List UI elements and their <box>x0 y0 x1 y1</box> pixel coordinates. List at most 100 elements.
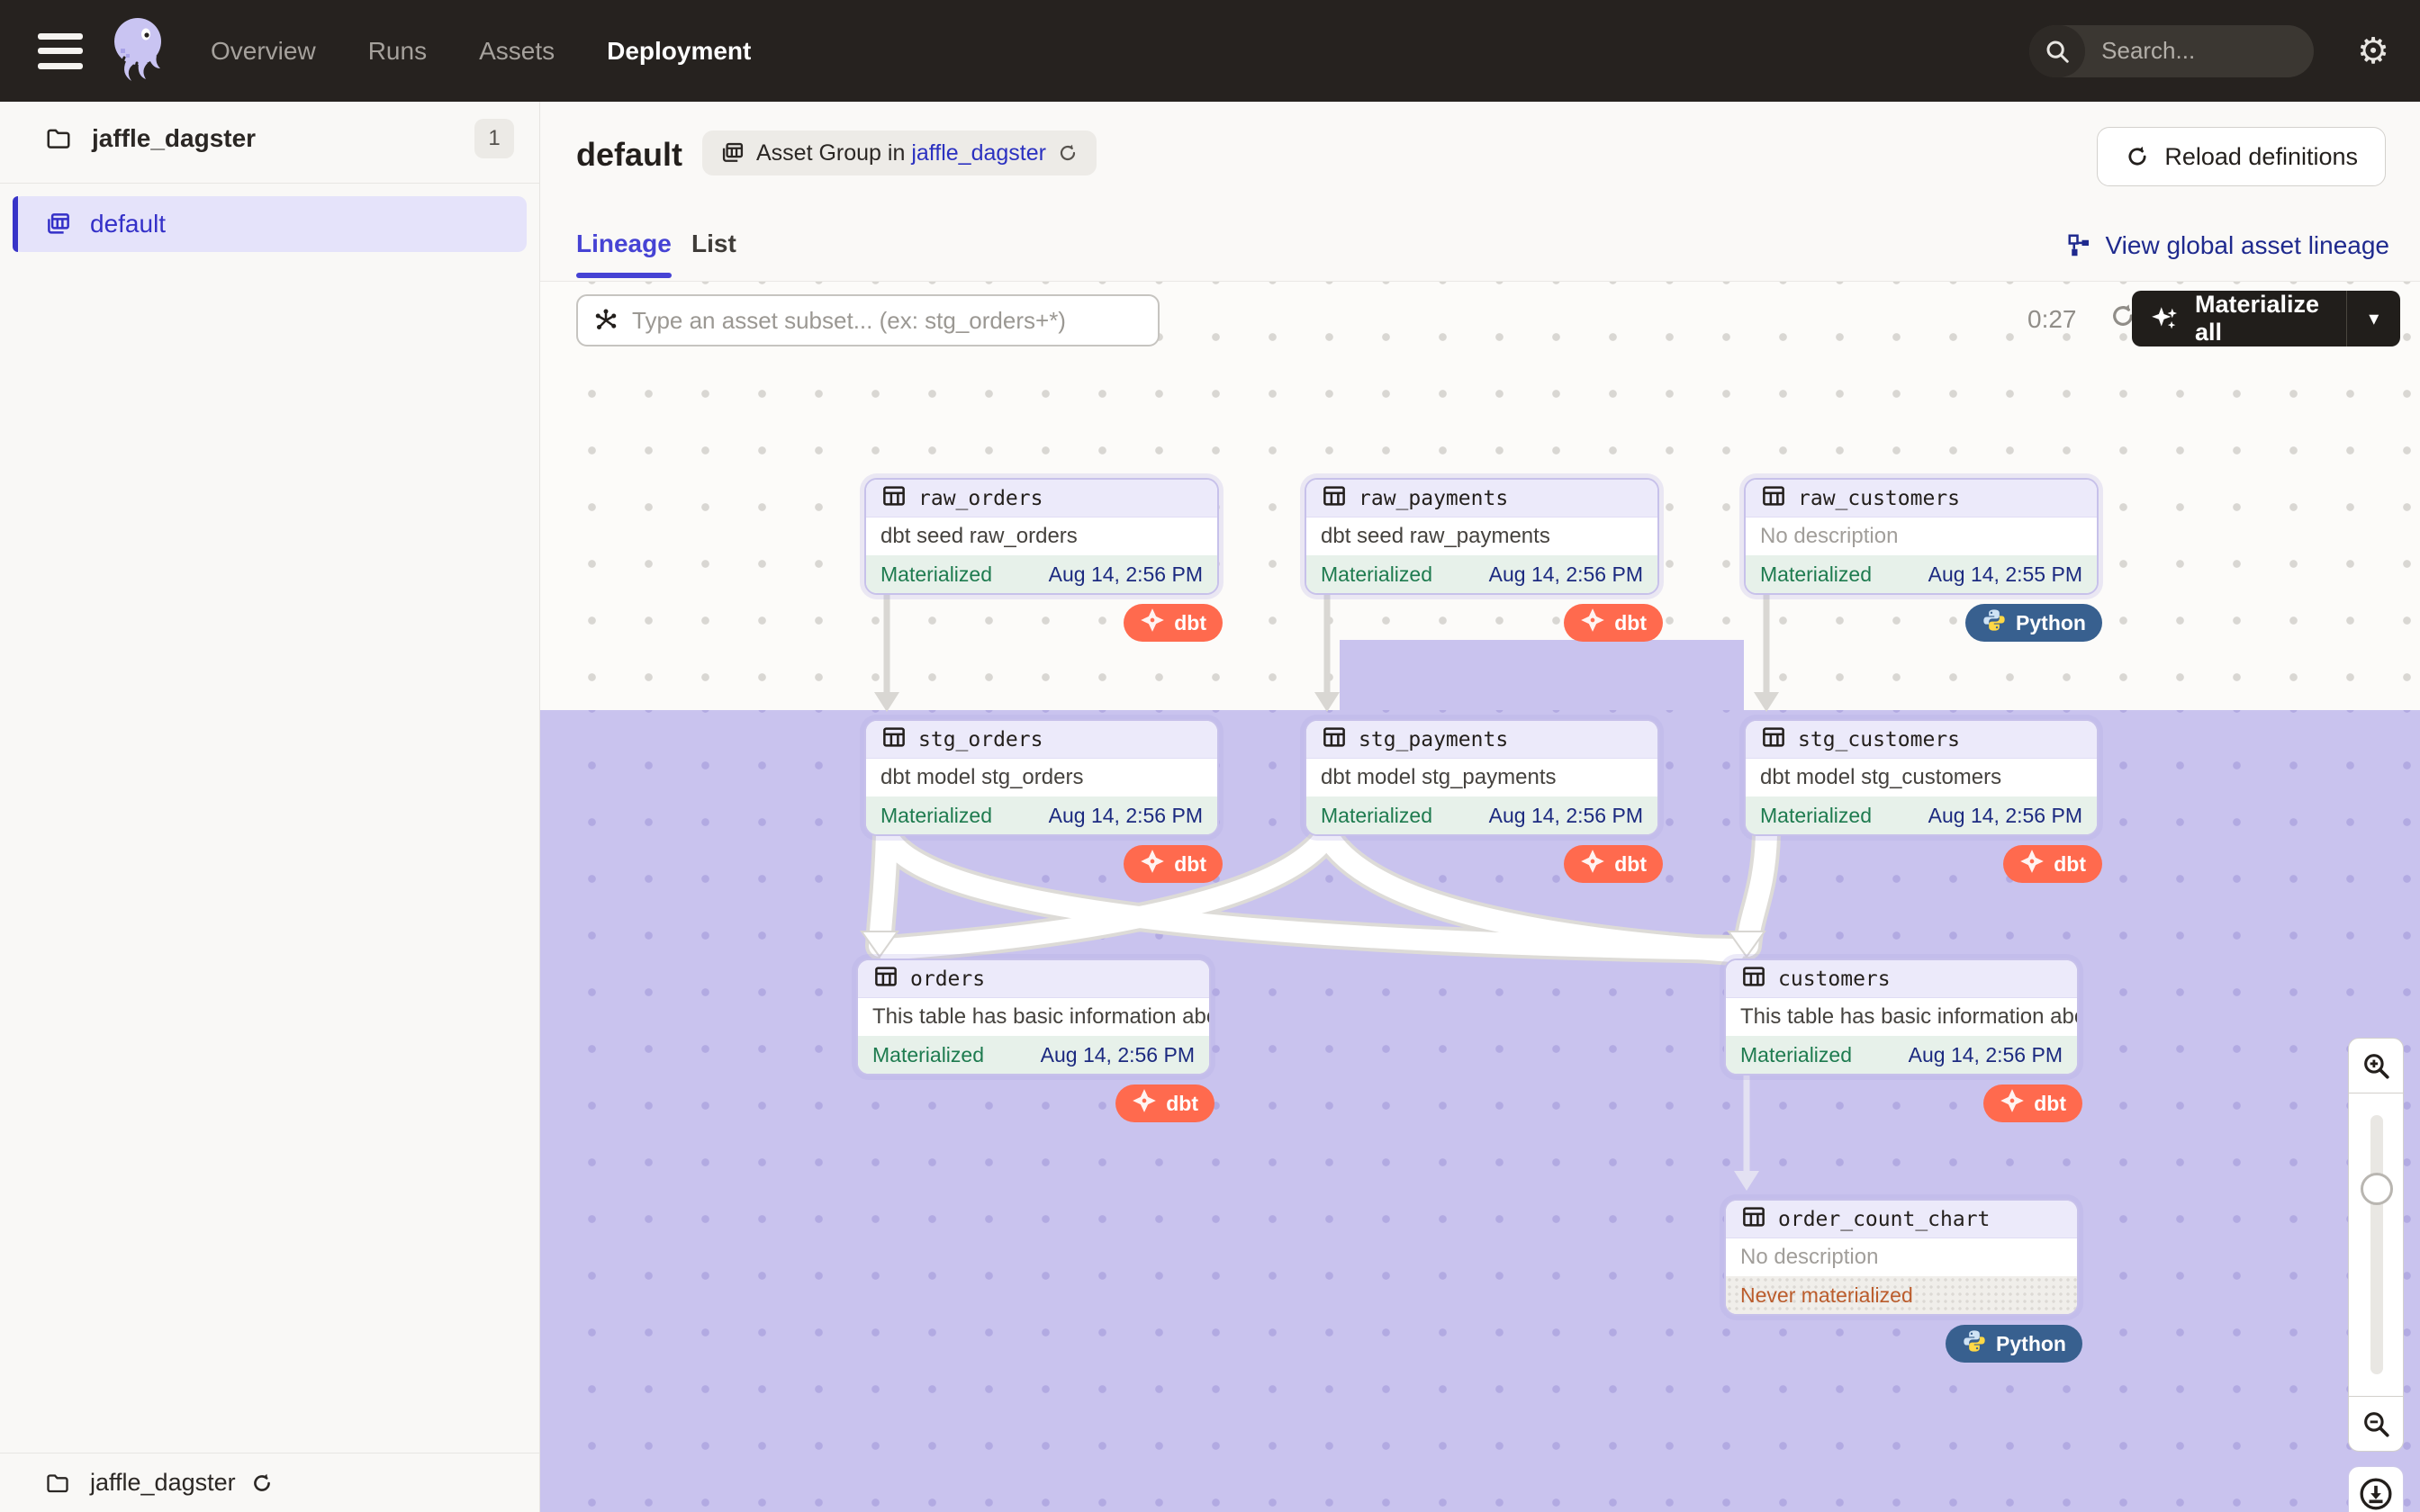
zoom-slider-knob[interactable] <box>2361 1173 2393 1205</box>
compute-kind-badge-python: Python <box>1965 604 2102 642</box>
search-input[interactable] <box>2085 37 2314 65</box>
asset-node-description: This table has basic information about .… <box>1726 998 2077 1036</box>
asset-group-icon <box>720 140 745 166</box>
refresh-group-icon[interactable] <box>1057 142 1079 164</box>
asset-subset-input[interactable] <box>632 307 1143 335</box>
asset-node-status-bar: Materialized Aug 14, 2:55 PM <box>1746 555 2097 593</box>
asset-node-description: No description <box>1726 1238 2077 1276</box>
compute-kind-icon <box>2000 1088 2025 1119</box>
asset-node-timestamp: Aug 14, 2:56 PM <box>1049 804 1203 828</box>
asset-node-status-bar: Materialized Aug 14, 2:56 PM <box>1726 1036 2077 1074</box>
download-image-button[interactable] <box>2348 1466 2404 1512</box>
sidebar-repo-jaffle-dagster[interactable]: jaffle_dagster 1 <box>0 102 539 176</box>
asset-subset-filter[interactable] <box>576 294 1160 346</box>
asset-node-timestamp: Aug 14, 2:55 PM <box>1928 562 2082 587</box>
hamburger-menu-icon[interactable] <box>38 33 83 69</box>
python-logo-icon <box>1982 608 2007 633</box>
asset-node-title: orders <box>910 968 985 991</box>
reload-definitions-button[interactable]: Reload definitions <box>2097 127 2386 186</box>
asset-node-order_count_chart[interactable]: order_count_chart No description Never m… <box>1724 1199 2079 1316</box>
zoom-in-button[interactable] <box>2348 1038 2404 1094</box>
asset-node-stg_payments[interactable]: stg_payments dbt model stg_payments Mate… <box>1305 719 1659 836</box>
view-global-asset-lineage-link[interactable]: View global asset lineage <box>2066 231 2389 260</box>
dbt-logo-icon <box>1140 849 1165 874</box>
compute-kind-badge-python: Python <box>1946 1325 2082 1363</box>
tab-list[interactable]: List <box>691 230 736 258</box>
zoom-out-button[interactable] <box>2348 1396 2404 1452</box>
asset-node-title: order_count_chart <box>1778 1208 1990 1231</box>
nav-runs[interactable]: Runs <box>368 37 427 66</box>
asset-node-status: Materialized <box>1760 804 1872 828</box>
dbt-logo-icon <box>1580 849 1605 874</box>
asset-node-customers[interactable]: customers This table has basic informati… <box>1724 958 2079 1076</box>
asset-node-title: raw_orders <box>918 487 1043 510</box>
dbt-logo-icon <box>1132 1088 1157 1113</box>
table-icon <box>872 963 899 994</box>
table-icon <box>1321 482 1348 509</box>
asset-group-repo-link[interactable]: jaffle_dagster <box>911 140 1046 166</box>
dagster-logo[interactable] <box>108 16 167 86</box>
table-icon <box>1760 724 1787 755</box>
asset-node-description: dbt seed raw_orders <box>866 518 1217 555</box>
compute-kind-icon <box>1962 1328 1987 1359</box>
asset-node-status: Materialized <box>880 562 992 587</box>
asset-node-status-bar: Materialized Aug 14, 2:56 PM <box>866 555 1217 593</box>
asset-node-description: dbt model stg_orders <box>866 759 1217 796</box>
table-icon <box>880 482 908 514</box>
zoom-controls <box>2348 1038 2404 1452</box>
asset-node-status-bar: Materialized Aug 14, 2:56 PM <box>858 1036 1209 1074</box>
asset-node-title: stg_customers <box>1798 728 1960 752</box>
compute-kind-icon <box>1132 1088 1157 1119</box>
asset-node-stg_customers[interactable]: stg_customers dbt model stg_customers Ma… <box>1744 719 2099 836</box>
asset-node-title: raw_customers <box>1798 487 1960 510</box>
dbt-logo-icon <box>2000 1088 2025 1113</box>
tab-lineage[interactable]: Lineage <box>576 230 672 258</box>
nav-deployment[interactable]: Deployment <box>607 37 751 66</box>
lineage-graph-pane[interactable]: raw_orders dbt seed raw_orders Materiali… <box>540 282 2420 1512</box>
page-title: default <box>576 136 682 174</box>
asset-node-description: This table has basic information about .… <box>858 998 1209 1036</box>
materialize-all-button[interactable]: Materialize all ▾ <box>2132 291 2400 346</box>
settings-gear-icon[interactable]: ⚙ <box>2357 33 2389 69</box>
asset-node-raw_payments[interactable]: raw_payments dbt seed raw_payments Mater… <box>1305 478 1659 595</box>
compute-kind-badge-dbt: dbt <box>1564 845 1663 883</box>
asset-node-timestamp: Aug 14, 2:56 PM <box>1489 804 1643 828</box>
nav-overview[interactable]: Overview <box>211 37 316 66</box>
compute-kind-icon <box>1140 849 1165 879</box>
asset-group-icon <box>45 211 72 238</box>
table-icon <box>1740 963 1767 990</box>
table-icon <box>1760 482 1787 514</box>
reload-repo-icon[interactable] <box>250 1472 274 1495</box>
asset-node-raw_orders[interactable]: raw_orders dbt seed raw_orders Materiali… <box>864 478 1219 595</box>
nav-assets[interactable]: Assets <box>479 37 555 66</box>
asset-node-title: raw_payments <box>1359 487 1508 510</box>
asset-node-timestamp: Aug 14, 2:56 PM <box>1041 1043 1195 1067</box>
asset-node-orders[interactable]: orders This table has basic information … <box>856 958 1211 1076</box>
table-icon <box>1740 1203 1767 1230</box>
materialize-dropdown-caret[interactable]: ▾ <box>2346 291 2400 346</box>
zoom-slider-track <box>2370 1115 2383 1374</box>
asset-node-raw_customers[interactable]: raw_customers No description Materialize… <box>1744 478 2099 595</box>
compute-kind-label: dbt <box>1614 852 1647 877</box>
table-icon <box>1321 724 1348 755</box>
compute-kind-badge-dbt: dbt <box>1983 1084 2082 1122</box>
compute-kind-label: dbt <box>1166 1092 1198 1116</box>
main-nav: Overview Runs Assets Deployment <box>211 37 751 66</box>
view-global-asset-lineage-label: View global asset lineage <box>2106 231 2389 260</box>
sidebar-repo-label: jaffle_dagster <box>92 124 256 153</box>
asset-node-status: Never materialized <box>1740 1283 1913 1308</box>
dbt-logo-icon <box>1140 608 1165 633</box>
compute-kind-badge-dbt: dbt <box>1564 604 1663 642</box>
asset-node-status: Materialized <box>1760 562 1872 587</box>
zoom-slider[interactable] <box>2348 1094 2404 1396</box>
compute-kind-label: dbt <box>2054 852 2086 877</box>
sidebar-item-default-group[interactable]: default <box>13 196 527 252</box>
global-search[interactable]: / <box>2029 25 2314 77</box>
compute-kind-icon <box>1982 608 2007 638</box>
compute-kind-label: dbt <box>1174 852 1206 877</box>
table-icon <box>880 724 908 755</box>
asset-node-stg_orders[interactable]: stg_orders dbt model stg_orders Material… <box>864 719 1219 836</box>
asset-group-tag: Asset Group in jaffle_dagster <box>702 130 1097 176</box>
asset-node-status: Materialized <box>1321 562 1432 587</box>
refresh-timer: 0:27 <box>2027 305 2077 334</box>
